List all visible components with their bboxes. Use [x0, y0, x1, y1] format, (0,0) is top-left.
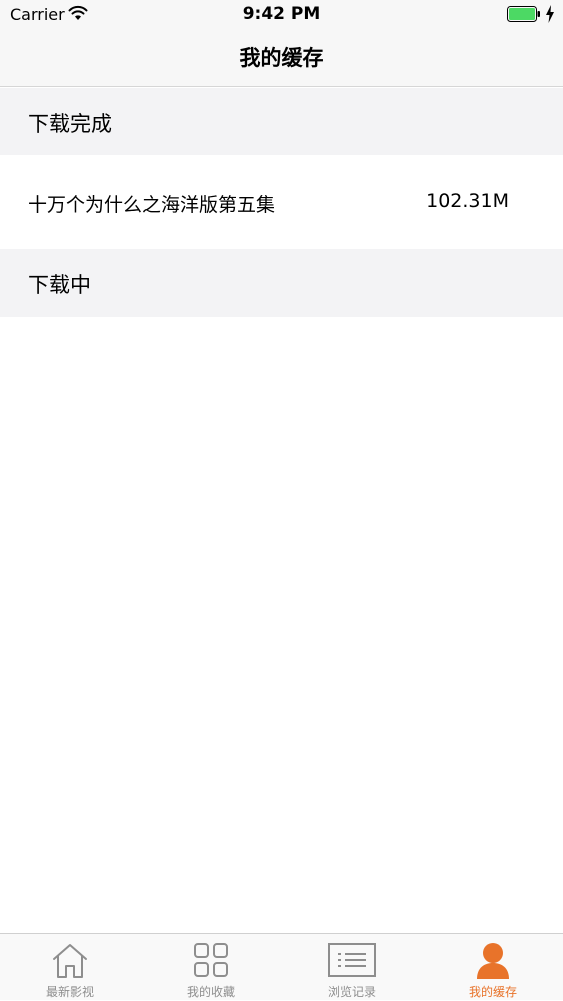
- tab-bar: 最新影视 我的收藏 浏览记录 我的缓存: [0, 933, 563, 1000]
- cached-video-row[interactable]: 十万个为什么之海洋版第五集 102.31M: [0, 155, 563, 249]
- list-icon: [328, 943, 376, 977]
- charging-bolt-icon: [546, 5, 554, 23]
- cached-video-title: 十万个为什么之海洋版第五集: [28, 194, 276, 216]
- grid-icon: [194, 943, 228, 977]
- tab-label: 最新影视: [45, 985, 94, 999]
- section-header-completed: 下载完成: [0, 88, 563, 156]
- person-icon: [477, 943, 509, 979]
- tab-label: 我的缓存: [468, 985, 517, 999]
- tab-label: 我的收藏: [186, 985, 235, 999]
- tab-favorites[interactable]: 我的收藏: [141, 934, 281, 1001]
- section-label-downloading: 下载中: [28, 273, 91, 297]
- battery-icon: [507, 6, 540, 22]
- section-label-completed: 下载完成: [28, 112, 112, 136]
- status-time: 9:42 PM: [242, 4, 321, 24]
- section-header-downloading: 下载中: [0, 249, 563, 317]
- tab-my-cache[interactable]: 我的缓存: [423, 934, 563, 1001]
- tab-latest-movies[interactable]: 最新影视: [0, 934, 140, 1001]
- navigation-bar: 我的缓存: [0, 30, 563, 87]
- home-icon: [53, 944, 87, 978]
- tab-history[interactable]: 浏览记录: [282, 934, 422, 1001]
- status-bar: Carrier 9:42 PM: [0, 0, 563, 30]
- page-title: 我的缓存: [239, 46, 324, 70]
- tab-label: 浏览记录: [327, 985, 376, 999]
- cached-video-size: 102.31M: [426, 190, 509, 212]
